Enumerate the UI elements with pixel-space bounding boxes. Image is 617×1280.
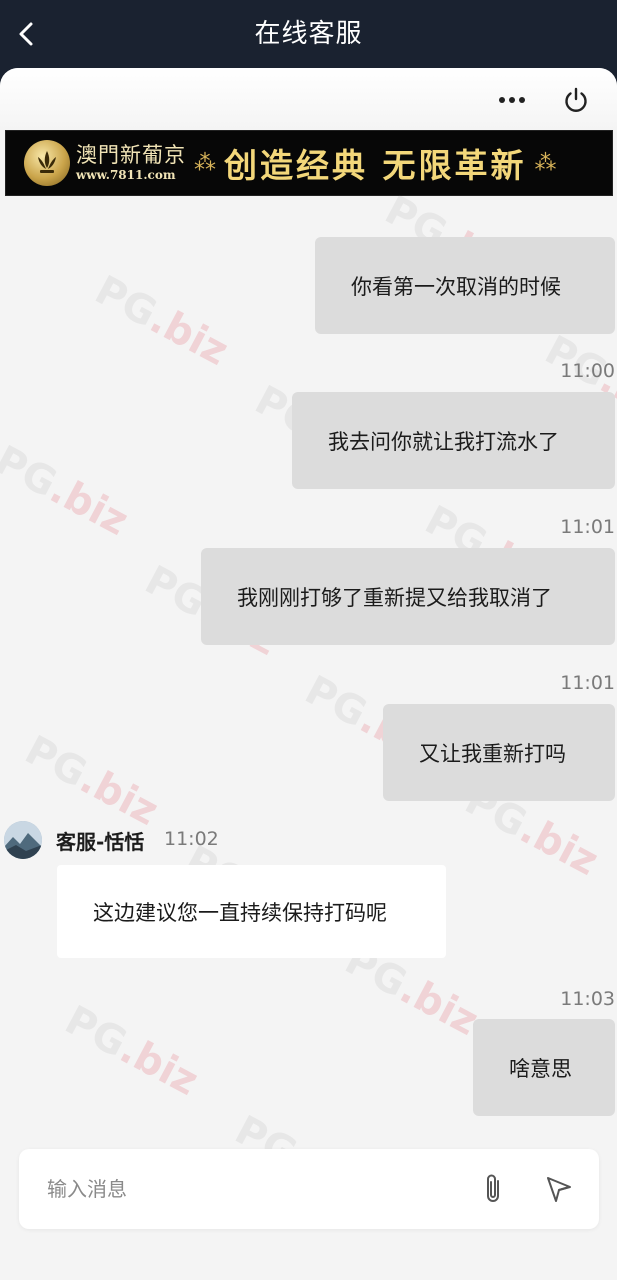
my-message-bubble[interactable]: 又让我重新打吗 [383, 704, 615, 801]
more-button[interactable] [492, 80, 532, 120]
promo-banner[interactable]: 澳門新葡京 www.7811.com ⁂ 创造经典 无限革新 ⁂ [5, 130, 613, 196]
watermark: PG.biz [57, 997, 206, 1105]
send-icon [547, 1177, 571, 1202]
power-icon [565, 87, 587, 112]
banner-brand: 澳門新葡京 www.7811.com [76, 143, 186, 183]
message-time: 11:00 [560, 360, 615, 382]
message-time: 11:01 [560, 516, 615, 538]
watermark: PG.biz [0, 437, 136, 545]
end-chat-button[interactable] [556, 80, 596, 120]
message-input[interactable] [47, 1171, 427, 1207]
my-message-bubble[interactable]: 你看第一次取消的时候 [315, 237, 615, 334]
agent-name: 客服-恬恬 [56, 830, 145, 854]
avatar[interactable] [4, 821, 42, 859]
brand-logo-icon [24, 140, 70, 186]
ornament-icon: ⁂ [534, 150, 557, 176]
send-button[interactable] [539, 1169, 579, 1209]
chat-panel-header [0, 68, 617, 130]
ornament-icon: ⁂ [194, 150, 216, 176]
chat-panel: 澳門新葡京 www.7811.com ⁂ 创造经典 无限革新 ⁂ PG.biz … [0, 68, 617, 1280]
attach-button[interactable] [475, 1169, 511, 1209]
top-bar: 在线客服 [0, 0, 617, 68]
banner-slogan: 创造经典 无限革新 [224, 146, 527, 185]
message-time: 11:02 [164, 828, 219, 850]
agent-message-bubble[interactable]: 这边建议您一直持续保持打码呢 [57, 865, 446, 958]
banner-brand-name: 澳門新葡京 [76, 143, 186, 167]
more-icon [499, 97, 525, 103]
watermark: PG.biz [17, 727, 166, 835]
banner-url: www.7811.com [76, 168, 176, 182]
watermark: PG.biz [87, 267, 236, 375]
composer [19, 1149, 599, 1229]
page-title: 在线客服 [254, 19, 363, 49]
my-message-bubble[interactable]: 啥意思 [473, 1019, 615, 1116]
attach-icon [487, 1174, 499, 1202]
message-time: 11:03 [560, 988, 615, 1010]
message-time: 11:01 [560, 672, 615, 694]
my-message-bubble[interactable]: 我去问你就让我打流水了 [292, 392, 615, 489]
my-message-bubble[interactable]: 我刚刚打够了重新提又给我取消了 [201, 548, 615, 645]
